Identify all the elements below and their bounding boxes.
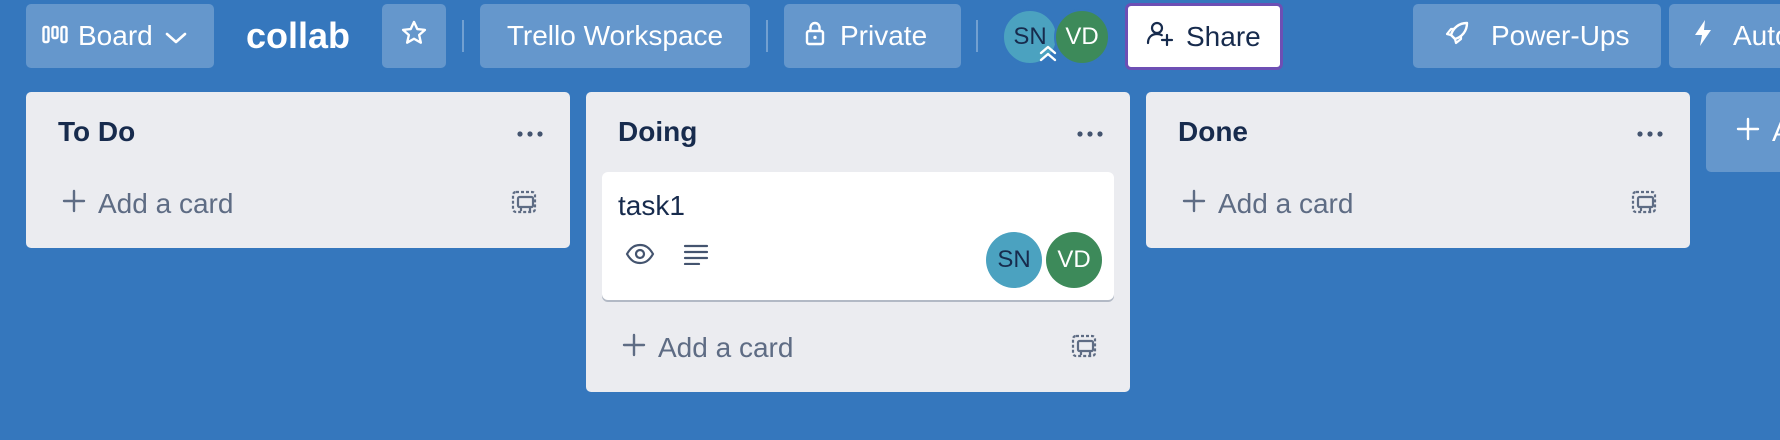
list-doing: Doing task1 SN VD Add a card xyxy=(586,92,1130,392)
workspace-label: Trello Workspace xyxy=(506,20,724,51)
header-divider xyxy=(462,20,464,52)
workspace-button[interactable]: Trello Workspace xyxy=(480,4,750,68)
add-card-label: Add a card xyxy=(658,332,794,363)
card-template-icon xyxy=(510,188,538,221)
list-menu-button[interactable] xyxy=(1630,118,1670,148)
card-title: task1 xyxy=(618,190,685,221)
automation-label: Auto xyxy=(1733,20,1780,51)
add-card-button[interactable]: Add a card xyxy=(38,178,508,230)
rocket-icon xyxy=(1443,19,1471,54)
star-board-button[interactable] xyxy=(382,4,446,68)
add-card-label: Add a card xyxy=(98,188,234,219)
avatar-initials: VD xyxy=(1065,23,1099,50)
plus-icon xyxy=(1182,188,1206,220)
avatar[interactable]: VD xyxy=(1046,232,1102,288)
create-from-template-button[interactable] xyxy=(1624,184,1664,224)
lightning-icon xyxy=(1693,19,1713,54)
admin-chevron-icon xyxy=(1036,44,1060,64)
add-list-label: A xyxy=(1772,116,1780,148)
plus-icon xyxy=(1736,116,1760,148)
add-card-button[interactable]: Add a card xyxy=(1158,178,1628,230)
card-task1[interactable]: task1 SN VD xyxy=(602,172,1114,300)
board-header: Board collab Trello Workspace Private SN… xyxy=(0,0,1780,70)
create-from-template-button[interactable] xyxy=(1064,328,1104,368)
star-icon xyxy=(400,19,428,54)
header-divider xyxy=(766,20,768,52)
list-title[interactable]: To Do xyxy=(58,112,135,152)
avatar[interactable]: VD xyxy=(1054,9,1110,65)
board-title[interactable]: collab xyxy=(246,10,350,62)
list-to-do: To Do Add a card xyxy=(26,92,570,248)
list-menu-button[interactable] xyxy=(510,118,550,148)
plus-icon xyxy=(622,332,646,364)
description-icon xyxy=(678,236,714,272)
more-icon xyxy=(1077,124,1103,142)
avatar-initials: VD xyxy=(1057,246,1091,273)
eye-icon xyxy=(622,236,658,272)
list-done: Done Add a card xyxy=(1146,92,1690,248)
automation-button[interactable]: Auto xyxy=(1669,4,1780,68)
board-view-icon xyxy=(42,20,68,52)
header-divider xyxy=(976,20,978,52)
share-label: Share xyxy=(1186,20,1261,52)
chevron-down-icon xyxy=(165,20,187,52)
more-icon xyxy=(1637,124,1663,142)
list-menu-button[interactable] xyxy=(1070,118,1110,148)
more-icon xyxy=(517,124,543,142)
list-title[interactable]: Done xyxy=(1178,112,1248,152)
lock-icon xyxy=(804,20,826,53)
list-title[interactable]: Doing xyxy=(618,112,697,152)
add-list-button[interactable]: A xyxy=(1706,92,1780,172)
board-view-label: Board xyxy=(78,20,153,51)
create-from-template-button[interactable] xyxy=(504,184,544,224)
share-button[interactable]: Share xyxy=(1125,3,1283,70)
add-member-icon xyxy=(1146,20,1174,53)
card-template-icon xyxy=(1630,188,1658,221)
power-ups-label: Power-Ups xyxy=(1491,20,1630,51)
visibility-button[interactable]: Private xyxy=(784,4,961,68)
add-card-button[interactable]: Add a card xyxy=(598,322,1068,374)
card-template-icon xyxy=(1070,332,1098,365)
avatar[interactable]: SN xyxy=(986,232,1042,288)
board-view-switcher[interactable]: Board xyxy=(26,4,214,68)
power-ups-button[interactable]: Power-Ups xyxy=(1413,4,1661,68)
add-card-label: Add a card xyxy=(1218,188,1354,219)
avatar-initials: SN xyxy=(997,246,1031,273)
plus-icon xyxy=(62,188,86,220)
visibility-label: Private xyxy=(840,20,928,51)
